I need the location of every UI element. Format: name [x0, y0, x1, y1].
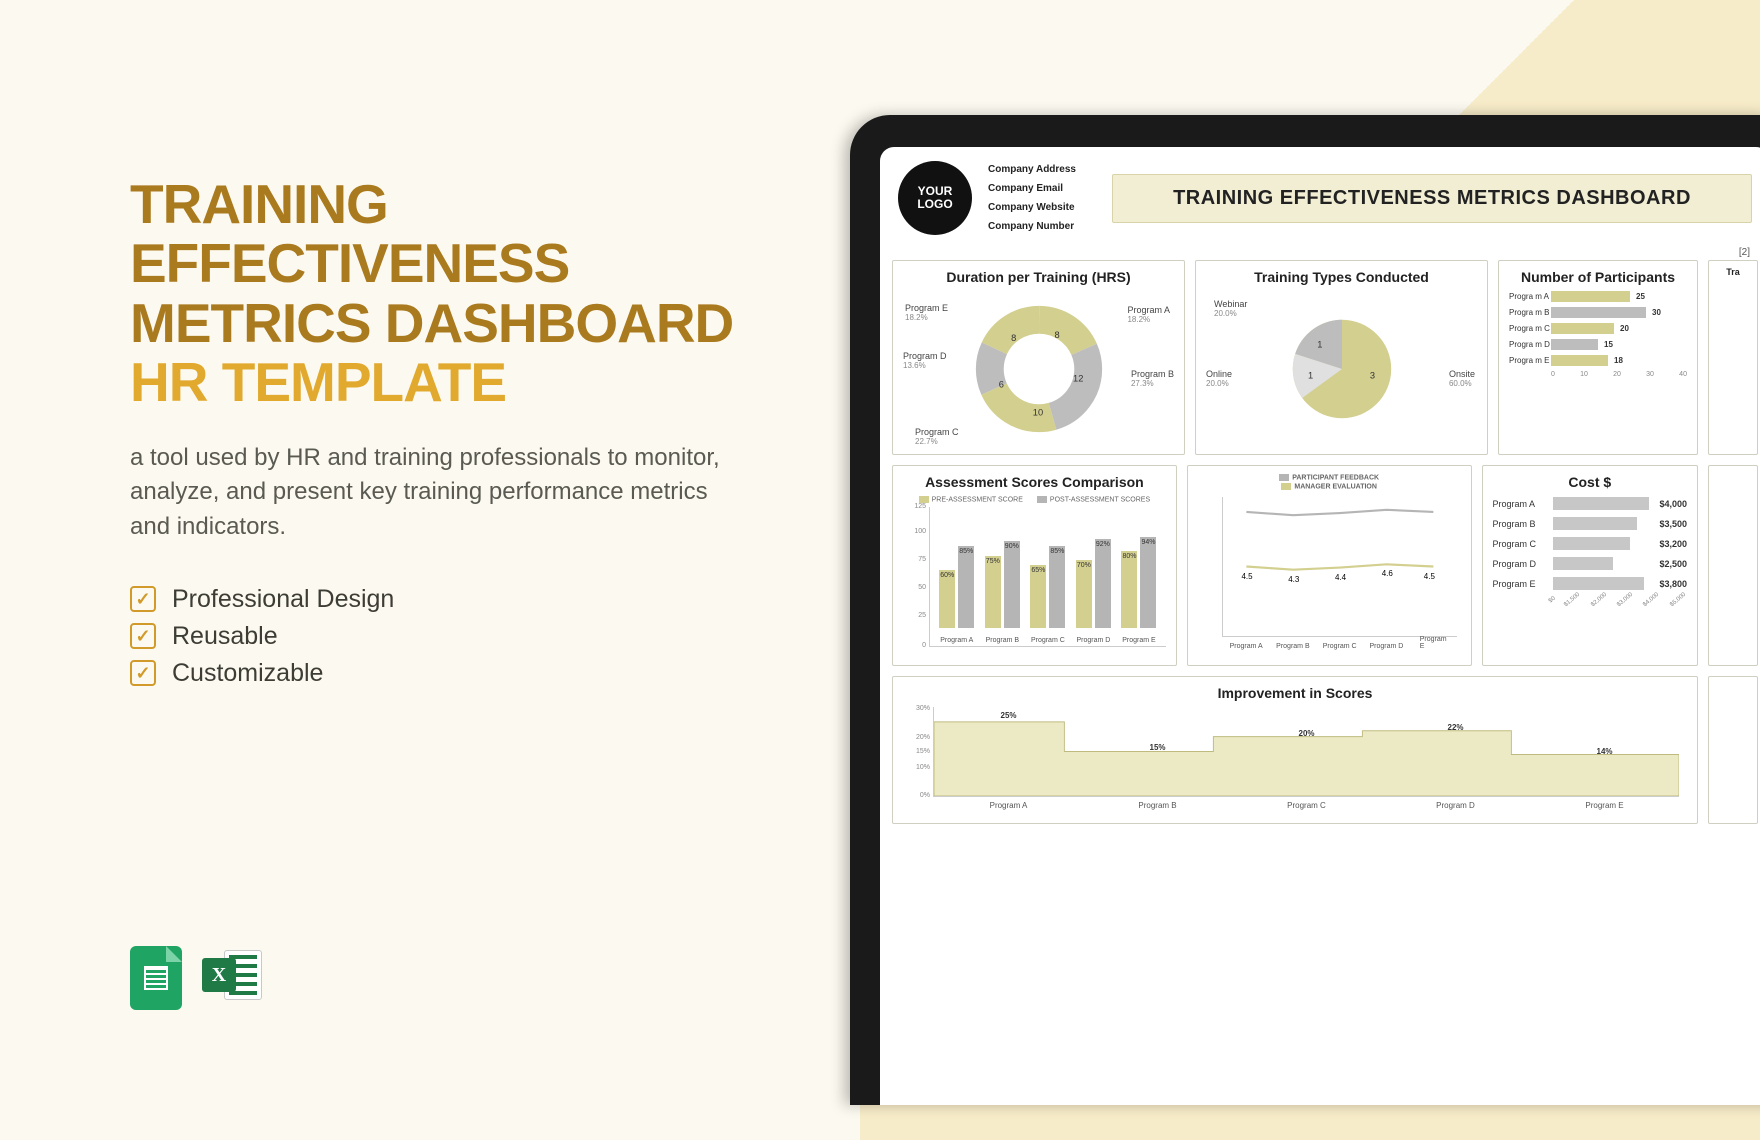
- participants-card: Number of Participants Progra m A25 Prog…: [1498, 260, 1698, 455]
- svg-text:8: 8: [1011, 333, 1016, 343]
- dashboard-screen: YOUR LOGO Company Address Company Email …: [880, 147, 1760, 1105]
- assessment-legend: PRE-ASSESSMENT SCORE POST-ASSESSMENT SCO…: [903, 496, 1166, 503]
- company-info: Company Address Company Email Company We…: [988, 164, 1076, 232]
- svg-text:10: 10: [1032, 407, 1042, 417]
- company-line: Company Website: [988, 202, 1076, 213]
- laptop-notch: [1230, 115, 1420, 141]
- duration-donut-chart: 8 12 10 6 8 Program A18.2% Program B27.3…: [903, 291, 1174, 446]
- feature-item: ✓ Professional Design: [130, 585, 770, 614]
- feature-item: ✓ Customizable: [130, 659, 770, 688]
- duration-card: Duration per Training (HRS) 8 12 10 6: [892, 260, 1185, 455]
- company-line: Company Number: [988, 221, 1076, 232]
- svg-text:1: 1: [1307, 370, 1312, 380]
- card-title: Improvement in Scores: [903, 685, 1687, 701]
- title-line-2: EFFECTIVENESS: [130, 234, 770, 293]
- card-title: Cost $: [1493, 474, 1687, 490]
- cost-card: Cost $ Program A$4,000 Program B$3,500 P…: [1482, 465, 1698, 666]
- types-card: Training Types Conducted 3 1 1 Webinar20…: [1195, 260, 1488, 455]
- dashboard-title: TRAINING EFFECTIVENESS METRICS DASHBOARD: [1112, 174, 1752, 223]
- placeholder-logo: YOUR LOGO: [898, 161, 972, 235]
- feature-label: Professional Design: [172, 585, 394, 614]
- svg-text:1: 1: [1317, 339, 1322, 349]
- feedback-legend: PARTICIPANT FEEDBACK MANAGER EVALUATION: [1198, 474, 1461, 491]
- card-title: Assessment Scores Comparison: [903, 474, 1166, 490]
- card-title: Number of Participants: [1509, 269, 1687, 285]
- description: a tool used by HR and training professio…: [130, 441, 730, 545]
- feedback-card: PARTICIPANT FEEDBACK MANAGER EVALUATION …: [1187, 465, 1472, 666]
- svg-text:3: 3: [1369, 370, 1374, 380]
- svg-text:8: 8: [1054, 330, 1059, 340]
- types-pie-chart: 3 1 1 Webinar20.0% Online20.0% Onsite60.…: [1206, 291, 1477, 446]
- trimmed-card-3: [1708, 676, 1758, 824]
- laptop-mockup: YOUR LOGO Company Address Company Email …: [830, 115, 1760, 1105]
- participants-bar-chart: Progra m A25 Progra m B30 Progra m C20 P…: [1509, 291, 1687, 378]
- company-line: Company Email: [988, 183, 1076, 194]
- cost-bar-chart: Program A$4,000 Program B$3,500 Program …: [1493, 497, 1687, 603]
- page-badge: [2]: [880, 245, 1760, 260]
- check-icon: ✓: [130, 623, 156, 649]
- card-title: Duration per Training (HRS): [903, 269, 1174, 285]
- dashboard-header: YOUR LOGO Company Address Company Email …: [880, 147, 1760, 245]
- feature-label: Customizable: [172, 659, 323, 688]
- improvement-area-chart: 0% 10% 15% 20% 30% 25% 15% 20% 22% 14%: [933, 707, 1679, 797]
- title-line-3: METRICS DASHBOARD: [130, 294, 770, 353]
- svg-text:6: 6: [998, 379, 1003, 389]
- company-line: Company Address: [988, 164, 1076, 175]
- google-sheets-icon: [130, 946, 182, 1010]
- feature-label: Reusable: [172, 622, 278, 651]
- trimmed-card-2: [1708, 465, 1758, 666]
- feedback-line-chart: 4.5 4.3 4.4 4.6 4.5 Program A Program B …: [1222, 497, 1457, 637]
- assessment-card: Assessment Scores Comparison PRE-ASSESSM…: [892, 465, 1177, 666]
- logo-text: LOGO: [917, 198, 952, 211]
- card-title: Training Types Conducted: [1206, 269, 1477, 285]
- feature-item: ✓ Reusable: [130, 622, 770, 651]
- title-line-4: HR TEMPLATE: [130, 353, 770, 412]
- card-title: Tra: [1712, 267, 1754, 277]
- marketing-copy: TRAINING EFFECTIVENESS METRICS DASHBOARD…: [130, 175, 770, 696]
- title-line-1: TRAINING: [130, 175, 770, 234]
- trimmed-card: Tra: [1708, 260, 1758, 455]
- check-icon: ✓: [130, 660, 156, 686]
- assessment-grouped-bar-chart: 0 25 50 75 100 125 60%85%Program A 75%90…: [929, 507, 1166, 647]
- check-icon: ✓: [130, 586, 156, 612]
- svg-text:12: 12: [1073, 373, 1083, 383]
- excel-icon: X: [202, 946, 262, 1004]
- improvement-card: Improvement in Scores 0% 10% 15% 20% 30%…: [892, 676, 1698, 824]
- app-icons: X: [130, 946, 262, 1010]
